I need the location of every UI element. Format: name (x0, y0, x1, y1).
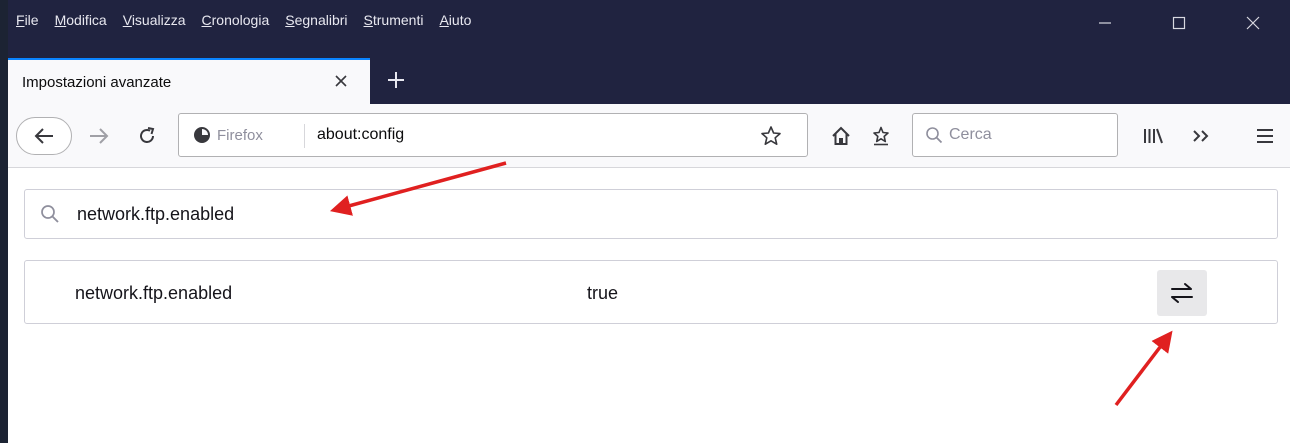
reload-icon (140, 127, 155, 143)
menu-segnalibri[interactable]: Segnalibri (283, 12, 349, 36)
back-button[interactable] (16, 117, 72, 155)
reload-button[interactable] (130, 119, 164, 153)
toggle-arrows-icon (1171, 283, 1193, 303)
tab-close-button[interactable] (330, 70, 352, 92)
bookmarks-menu-button[interactable] (864, 119, 898, 153)
star-icon (761, 126, 781, 145)
overflow-menu-button[interactable] (1184, 119, 1218, 153)
forward-button[interactable] (82, 119, 116, 153)
hamburger-menu-button[interactable] (1248, 119, 1282, 153)
preference-value: true (587, 283, 619, 303)
library-icon (1144, 128, 1163, 144)
search-icon (39, 203, 61, 225)
identity-label: Firefox (217, 126, 263, 144)
close-window-button[interactable] (1216, 0, 1290, 46)
home-button[interactable] (824, 119, 858, 153)
preference-search-value: network.ftp.enabled (77, 204, 235, 224)
search-bar[interactable]: Cerca (912, 113, 1118, 157)
hamburger-icon (1257, 129, 1273, 143)
library-button[interactable] (1136, 119, 1170, 153)
navigation-toolbar: Firefox about:config Cerca (8, 104, 1290, 168)
close-icon (1246, 16, 1260, 30)
arrow-left-icon (34, 128, 53, 144)
tab-impostazioni-avanzate[interactable]: Impostazioni avanzate (8, 58, 370, 104)
menu-bar: File Modifica Visualizza Cronologia Segn… (14, 12, 473, 36)
identity-box[interactable]: Firefox (193, 126, 263, 144)
home-icon (832, 126, 850, 145)
arrow-right-icon (90, 128, 109, 144)
firefox-logo-icon (194, 127, 210, 143)
preference-name: network.ftp.enabled (75, 283, 233, 303)
maximize-button[interactable] (1142, 0, 1216, 46)
menu-cronologia[interactable]: Cronologia (200, 12, 272, 36)
search-placeholder: Cerca (949, 126, 992, 143)
minimize-button[interactable] (1068, 0, 1142, 46)
chevron-double-right-icon (1193, 130, 1209, 142)
url-text[interactable]: about:config (317, 126, 404, 144)
maximize-icon (1172, 16, 1186, 30)
menu-modifica[interactable]: Modifica (53, 12, 109, 36)
new-tab-button[interactable] (378, 62, 414, 98)
preference-row[interactable]: network.ftp.enabled true (24, 260, 1278, 324)
close-icon (335, 75, 347, 87)
search-icon (923, 124, 945, 146)
tab-title: Impostazioni avanzate (22, 74, 172, 91)
toggle-button[interactable] (1157, 270, 1207, 316)
url-bar[interactable]: Firefox about:config (178, 113, 808, 157)
url-separator (304, 124, 305, 148)
window-controls (1068, 0, 1290, 46)
bookmark-star-list-icon (873, 126, 889, 146)
about-config-page: network.ftp.enabled network.ftp.enabled … (8, 169, 1290, 443)
minimize-icon (1099, 22, 1111, 24)
window-edge (0, 0, 8, 443)
menu-visualizza[interactable]: Visualizza (121, 12, 188, 36)
menu-strumenti[interactable]: Strumenti (362, 12, 426, 36)
bookmark-star-button[interactable] (759, 124, 783, 148)
menu-file[interactable]: File (14, 12, 41, 36)
plus-icon (388, 72, 404, 88)
menu-aiuto[interactable]: Aiuto (437, 12, 473, 36)
preference-search-field[interactable]: network.ftp.enabled (24, 189, 1278, 239)
